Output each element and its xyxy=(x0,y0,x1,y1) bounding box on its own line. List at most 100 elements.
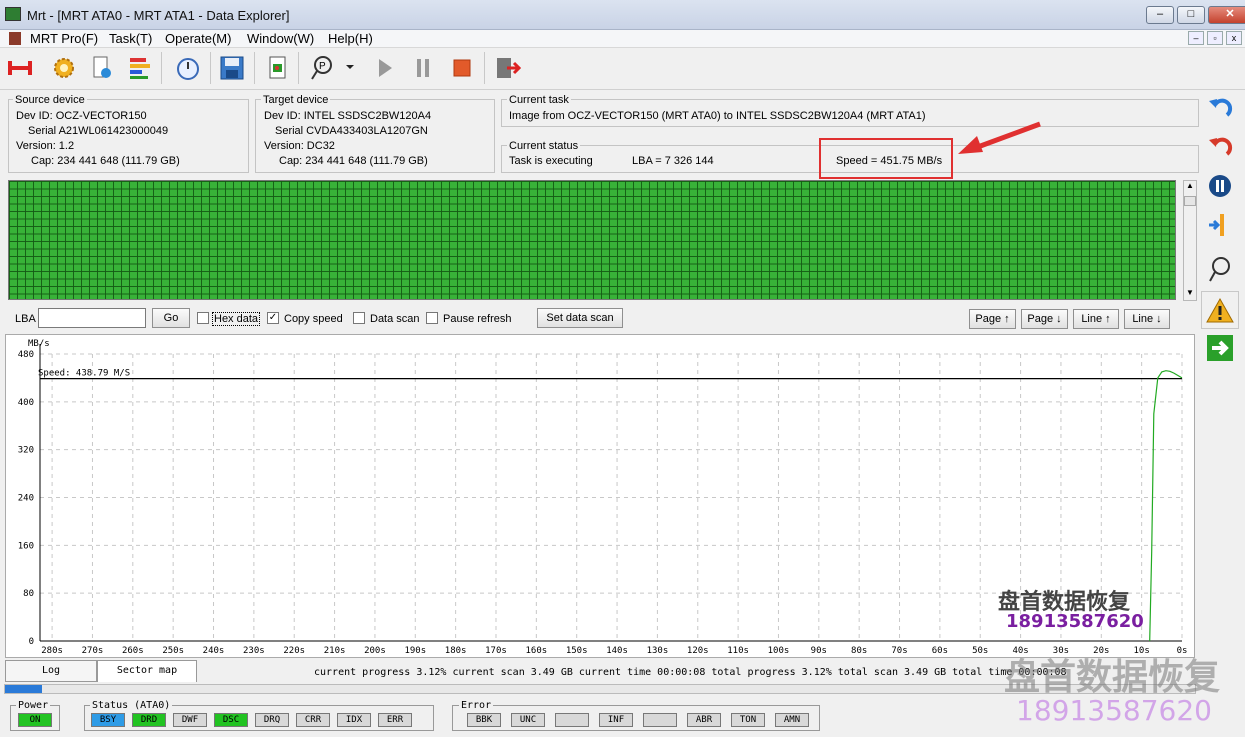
stop-icon[interactable] xyxy=(448,54,476,82)
lba-label: LBA xyxy=(15,313,36,325)
x-tick-label: 270s xyxy=(82,646,104,656)
x-tick-label: 160s xyxy=(526,646,548,656)
pause-refresh-checkbox[interactable] xyxy=(426,312,438,324)
speed-highlight-box xyxy=(819,138,953,179)
toolbar-separator xyxy=(298,52,299,84)
error-flag-ton: TON xyxy=(731,713,765,727)
connect-icon[interactable] xyxy=(6,54,34,82)
target-dev-id: Dev ID: INTEL SSDSC2BW120A4 xyxy=(264,110,432,122)
chevron-down-icon[interactable] xyxy=(344,62,356,72)
copy-speed-label[interactable]: Copy speed xyxy=(284,313,343,325)
source-device-title: Source device xyxy=(13,94,87,106)
status-flag-drd: DRD xyxy=(132,713,166,727)
scroll-up-arrow-icon[interactable]: ▲ xyxy=(1184,181,1196,193)
data-scan-label[interactable]: Data scan xyxy=(370,313,420,325)
undo-blue-icon[interactable] xyxy=(1205,93,1235,123)
x-tick-label: 200s xyxy=(364,646,386,656)
bars-chart-icon[interactable] xyxy=(126,54,154,82)
x-tick-label: 110s xyxy=(727,646,749,656)
error-flag-blank xyxy=(643,713,677,727)
target-capacity: Cap: 234 441 648 (111.79 GB) xyxy=(279,155,428,167)
hex-data-checkbox[interactable] xyxy=(197,312,209,324)
probe-side-icon[interactable] xyxy=(1205,254,1235,284)
set-data-scan-button[interactable]: Set data scan xyxy=(537,308,623,328)
tab-log[interactable]: Log xyxy=(5,660,97,682)
current-task-title: Current task xyxy=(507,94,571,106)
error-flag-blank xyxy=(555,713,589,727)
pause-refresh-label[interactable]: Pause refresh xyxy=(443,313,511,325)
y-axis-label: MB/s xyxy=(28,339,50,349)
toolbar-separator xyxy=(484,52,485,84)
error-flag-bbk: BBK xyxy=(467,713,501,727)
y-tick-label: 0 xyxy=(29,637,34,647)
page-down-button[interactable]: Page ↓ xyxy=(1021,309,1068,329)
lba-input[interactable] xyxy=(38,308,146,328)
play-icon[interactable] xyxy=(370,54,398,82)
x-tick-label: 230s xyxy=(243,646,265,656)
speed-series-line xyxy=(1149,370,1183,642)
y-tick-label: 480 xyxy=(18,350,34,360)
menu-window[interactable]: Window(W) xyxy=(247,31,314,46)
scroll-down-arrow-icon[interactable]: ▼ xyxy=(1184,288,1196,300)
progress-bar-fill xyxy=(5,685,42,693)
copy-speed-checkbox[interactable]: ✓ xyxy=(267,312,279,324)
x-tick-label: 280s xyxy=(41,646,63,656)
line-up-button[interactable]: Line ↑ xyxy=(1073,309,1119,329)
go-button[interactable]: Go xyxy=(152,308,190,328)
scroll-thumb[interactable] xyxy=(1184,196,1196,206)
x-tick-label: 180s xyxy=(445,646,467,656)
mdi-minimize-button[interactable]: – xyxy=(1188,31,1204,45)
undo-red-icon[interactable] xyxy=(1205,132,1235,162)
pause-circle-icon[interactable] xyxy=(1205,171,1235,201)
error-flag-unc: UNC xyxy=(511,713,545,727)
mdi-doc-icon xyxy=(9,32,21,45)
highlight-arrow-icon xyxy=(958,121,1041,154)
menu-mrt-pro[interactable]: MRT Pro(F) xyxy=(30,31,98,46)
menu-operate[interactable]: Operate(M) xyxy=(165,31,231,46)
source-capacity: Cap: 234 441 648 (111.79 GB) xyxy=(31,155,180,167)
app-icon xyxy=(5,7,21,21)
close-button[interactable]: ✕ xyxy=(1208,6,1245,24)
document-icon[interactable] xyxy=(87,54,115,82)
status-flag-idx: IDX xyxy=(337,713,371,727)
skip-arrow-icon[interactable] xyxy=(1205,210,1235,240)
status-state: Task is executing xyxy=(509,155,593,167)
y-tick-label: 80 xyxy=(23,589,34,599)
tab-sector-map[interactable]: Sector map xyxy=(97,660,197,682)
timer-icon[interactable] xyxy=(174,54,202,82)
x-tick-label: 60s xyxy=(932,646,948,656)
image-file-icon[interactable] xyxy=(264,54,292,82)
menu-help[interactable]: Help(H) xyxy=(328,31,373,46)
mdi-close-button[interactable]: x xyxy=(1226,31,1242,45)
save-disk-icon[interactable] xyxy=(218,54,246,82)
x-tick-label: 120s xyxy=(687,646,709,656)
svg-text:P: P xyxy=(319,61,326,72)
x-tick-label: 70s xyxy=(891,646,907,656)
line-down-button[interactable]: Line ↓ xyxy=(1124,309,1170,329)
menu-task[interactable]: Task(T) xyxy=(109,31,152,46)
data-scan-checkbox[interactable] xyxy=(353,312,365,324)
hex-data-label[interactable]: Hex data xyxy=(212,312,261,326)
page-up-button[interactable]: Page ↑ xyxy=(969,309,1016,329)
error-flag-amn: AMN xyxy=(775,713,809,727)
settings-gear-icon[interactable] xyxy=(50,54,78,82)
maximize-button[interactable]: □ xyxy=(1177,6,1205,24)
x-tick-label: 210s xyxy=(324,646,346,656)
warning-icon[interactable] xyxy=(1205,296,1235,326)
forward-arrow-icon[interactable] xyxy=(1205,333,1235,363)
probe-icon[interactable]: P xyxy=(308,54,336,82)
x-tick-label: 170s xyxy=(485,646,507,656)
y-tick-label: 400 xyxy=(18,398,34,408)
pause-icon[interactable] xyxy=(409,54,437,82)
x-tick-label: 240s xyxy=(203,646,225,656)
exit-icon[interactable] xyxy=(493,54,521,82)
x-tick-label: 220s xyxy=(283,646,305,656)
x-tick-label: 250s xyxy=(162,646,184,656)
x-tick-label: 140s xyxy=(606,646,628,656)
minimize-button[interactable]: – xyxy=(1146,6,1174,24)
target-serial: Serial CVDA433403LA1207GN xyxy=(275,125,428,137)
error-title: Error xyxy=(459,700,494,711)
mdi-restore-button[interactable]: ▫ xyxy=(1207,31,1223,45)
x-tick-label: 130s xyxy=(647,646,669,656)
status-flag-crr: CRR xyxy=(296,713,330,727)
